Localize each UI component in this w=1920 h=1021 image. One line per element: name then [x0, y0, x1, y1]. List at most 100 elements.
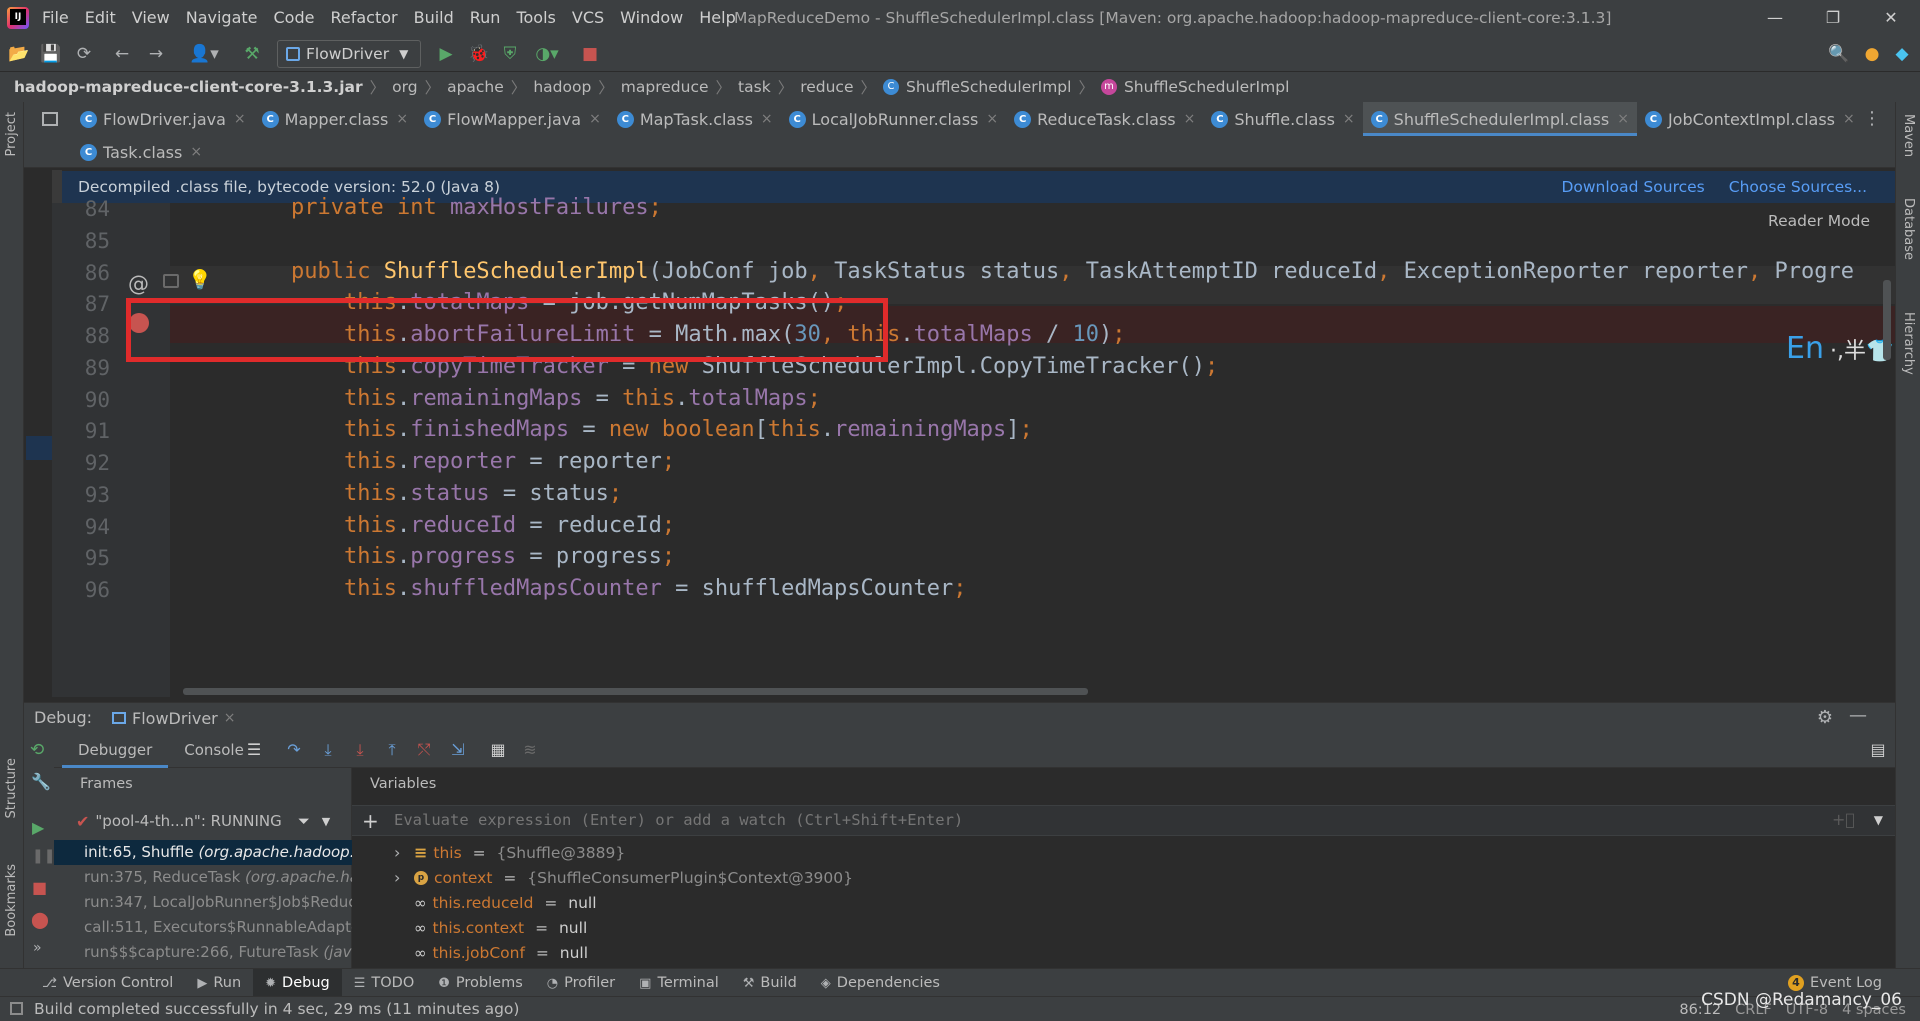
toolwindow-todo[interactable]: ☰ TODO	[342, 969, 427, 997]
build-hammer-icon[interactable]: ⚒	[242, 44, 262, 64]
line-number[interactable]: 94	[52, 515, 110, 539]
code-line[interactable]: public ShuffleSchedulerImpl(JobConf job,…	[238, 259, 1854, 284]
intellij-logo-icon[interactable]	[7, 7, 29, 29]
filter-icon[interactable]: ⏷	[298, 812, 310, 830]
save-icon[interactable]: 💾	[40, 44, 61, 64]
search-icon[interactable]: 🔍	[1828, 44, 1849, 64]
hierarchy-tool-button[interactable]: Hierarchy	[1901, 312, 1916, 375]
minimize-button[interactable]: —	[1746, 0, 1804, 36]
evaluate-expression-icon[interactable]: ▦	[488, 740, 508, 760]
tab-localjobrunner-class[interactable]: C LocalJobRunner.class ×	[781, 102, 1006, 136]
toolwindow-run[interactable]: ▶ Run	[185, 969, 253, 997]
bookmarks-tool-button[interactable]: Bookmarks	[4, 864, 19, 937]
breadcrumb-package[interactable]: task	[738, 78, 771, 96]
breadcrumb-package[interactable]: reduce	[800, 78, 853, 96]
line-number[interactable]: 92	[52, 451, 110, 475]
close-tab-icon[interactable]: ×	[396, 111, 408, 127]
debug-session-tab[interactable]: FlowDriver ×	[112, 703, 236, 733]
toolwindow-problems[interactable]: ❶ Problems	[426, 969, 535, 997]
breadcrumb-method[interactable]: ShuffleSchedulerImpl	[1124, 78, 1289, 96]
code-line[interactable]: this.reduceId = reduceId;	[238, 513, 675, 538]
tab-flowmapper-java[interactable]: C FlowMapper.java ×	[416, 102, 609, 136]
vertical-scrollbar[interactable]	[1883, 280, 1891, 360]
database-tool-button[interactable]: Database	[1901, 198, 1916, 260]
tab-mapper-class[interactable]: C Mapper.class ×	[254, 102, 416, 136]
close-tab-icon[interactable]: ×	[589, 111, 601, 127]
menu-navigate[interactable]: Navigate	[186, 0, 258, 36]
debug-icon[interactable]: 🐞	[468, 44, 489, 64]
stop-icon[interactable]: ■	[580, 44, 600, 64]
stack-frame[interactable]: run:375, ReduceTask (org.apache.had	[54, 865, 352, 890]
project-tool-button[interactable]: Project	[4, 112, 19, 156]
ime-indicator[interactable]: En ·,半👕	[1786, 331, 1893, 366]
variable-row[interactable]: ∞ this.context = null	[414, 915, 587, 940]
drop-frame-icon[interactable]: ⤲	[414, 740, 434, 760]
download-sources-link[interactable]: Download Sources	[1561, 178, 1704, 196]
history-dropdown-icon[interactable]: ▼	[1874, 813, 1883, 827]
menu-vcs[interactable]: VCS	[572, 0, 604, 36]
stack-frame[interactable]: init:65, Shuffle (org.apache.hadoop.m	[54, 840, 352, 865]
close-window-button[interactable]: ✕	[1862, 0, 1920, 36]
breadcrumb-package[interactable]: apache	[447, 78, 504, 96]
tab-maptask-class[interactable]: C MapTask.class ×	[609, 102, 781, 136]
line-number[interactable]: 87	[52, 292, 110, 316]
variable-row[interactable]: › ≡ this = {Shuffle@3889}	[394, 840, 625, 865]
menu-code[interactable]: Code	[274, 0, 315, 36]
expand-arrow-icon[interactable]: ›	[394, 868, 408, 887]
tab-task-class[interactable]: C Task.class ×	[72, 135, 210, 169]
update-icon[interactable]: ●	[1862, 44, 1882, 64]
toolwindow-version-control[interactable]: ⎇ Version Control	[30, 969, 185, 997]
view-breakpoints-icon[interactable]: ⬤	[31, 910, 49, 929]
restore-button[interactable]: ❐	[1804, 0, 1862, 36]
jetbrains-icon[interactable]: ◆	[1892, 44, 1912, 64]
close-tab-icon[interactable]: ×	[1617, 111, 1629, 127]
forward-icon[interactable]: →	[146, 44, 166, 64]
code-line[interactable]: this.remainingMaps = this.totalMaps;	[238, 386, 821, 411]
variable-row[interactable]: ∞ this.jobConf = null	[414, 940, 588, 965]
open-icon[interactable]: 📂	[8, 44, 29, 64]
hide-panel-icon[interactable]: —	[1849, 705, 1867, 726]
tab-jobcontextimpl-class[interactable]: C JobContextImpl.class ×	[1637, 102, 1863, 136]
line-number[interactable]: 86	[52, 261, 110, 285]
line-number[interactable]: 89	[52, 356, 110, 380]
force-step-into-icon[interactable]: ⤓	[350, 740, 370, 760]
menu-file[interactable]: File	[42, 0, 69, 36]
close-tab-icon[interactable]: ×	[986, 111, 998, 127]
stack-frame[interactable]: call:511, Executors$RunnableAdapter	[54, 915, 352, 940]
menu-window[interactable]: Window	[620, 0, 683, 36]
tab-list-icon[interactable]	[42, 112, 58, 126]
step-out-icon[interactable]: ⤒	[382, 740, 402, 760]
expand-arrow-icon[interactable]: ›	[394, 843, 408, 862]
code-line[interactable]: this.finishedMaps = new boolean[this.rem…	[238, 417, 1033, 442]
maven-tool-button[interactable]: Maven	[1901, 114, 1916, 157]
close-tab-icon[interactable]: ×	[190, 144, 202, 160]
close-tab-icon[interactable]: ×	[1184, 111, 1196, 127]
lightbulb-icon[interactable]: 💡	[188, 268, 212, 291]
run-configuration-select[interactable]: FlowDriver ▼	[277, 40, 421, 68]
variable-row[interactable]: › p context = {ShuffleConsumerPlugin$Conte…	[394, 865, 853, 890]
close-tab-icon[interactable]: ×	[761, 111, 773, 127]
chevron-down-icon[interactable]: ▼	[322, 815, 330, 828]
more-icon[interactable]: »	[33, 940, 42, 956]
structure-tool-button[interactable]: Structure	[4, 758, 19, 818]
reader-mode-button[interactable]: Reader Mode	[1768, 212, 1870, 230]
line-number[interactable]: 93	[52, 483, 110, 507]
close-tab-icon[interactable]: ×	[1843, 111, 1855, 127]
tab-shuffleschedulerimpl-class[interactable]: C ShuffleSchedulerImpl.class ×	[1362, 102, 1638, 136]
variable-row[interactable]: ∞ this.reduceId = null	[414, 890, 597, 915]
choose-sources-link[interactable]: Choose Sources...	[1729, 178, 1867, 196]
breadcrumb-jar[interactable]: hadoop-mapreduce-client-core-3.1.3.jar	[14, 78, 363, 96]
line-number[interactable]: 88	[52, 324, 110, 348]
add-watch-icon[interactable]: +	[362, 809, 379, 833]
sync-icon[interactable]: ⟳	[74, 44, 94, 64]
menu-build[interactable]: Build	[414, 0, 454, 36]
layout-settings-icon[interactable]: ▤	[1868, 740, 1888, 760]
annotation-gutter-icon[interactable]: @	[128, 272, 149, 296]
toolwindow-debug[interactable]: ✹ Debug	[253, 969, 342, 997]
step-into-icon[interactable]: ⤓	[318, 740, 338, 760]
line-number[interactable]: 96	[52, 578, 110, 602]
breadcrumb-package[interactable]: hadoop	[533, 78, 591, 96]
tab-debugger[interactable]: Debugger	[62, 732, 169, 768]
menu-refactor[interactable]: Refactor	[330, 0, 397, 36]
more-tabs-icon[interactable]: ⋮	[1863, 108, 1881, 129]
